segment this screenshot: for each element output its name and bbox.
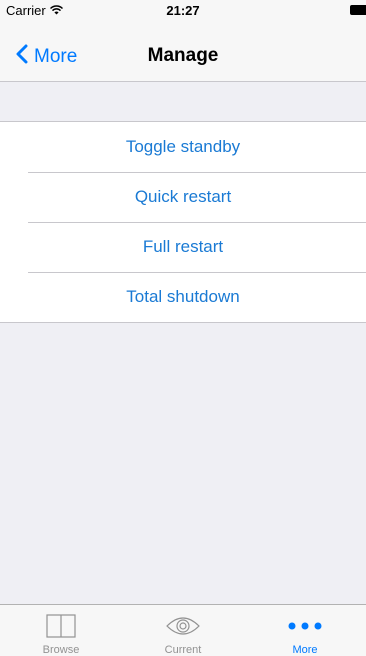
total-shutdown-button[interactable]: Total shutdown — [0, 272, 366, 322]
tab-label: Browse — [42, 644, 80, 656]
eye-icon — [165, 612, 201, 640]
battery-icon — [350, 5, 366, 15]
navigation-bar: More Manage — [0, 20, 366, 82]
tab-current[interactable]: Current — [122, 605, 244, 656]
tab-label: Current — [164, 644, 202, 656]
full-restart-button[interactable]: Full restart — [0, 222, 366, 272]
more-dots-icon — [288, 612, 322, 640]
tab-browse[interactable]: Browse — [0, 605, 122, 656]
status-bar: Carrier 21:27 — [0, 0, 366, 20]
toggle-standby-button[interactable]: Toggle standby — [0, 122, 366, 172]
status-time: 21:27 — [166, 3, 200, 18]
book-icon — [45, 612, 77, 640]
tab-bar: Browse Current More — [0, 604, 366, 656]
tab-more[interactable]: More — [244, 605, 366, 656]
tab-label: More — [292, 644, 318, 656]
quick-restart-button[interactable]: Quick restart — [0, 172, 366, 222]
section-spacer — [0, 82, 366, 121]
page-title: Manage — [147, 45, 219, 66]
action-list: Toggle standby Quick restart Full restar… — [0, 121, 366, 323]
